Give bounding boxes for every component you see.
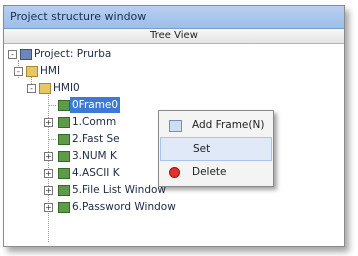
menu-item-label: Set xyxy=(193,143,211,155)
frame-icon xyxy=(58,151,70,162)
tree-item-label: 5.File List Window xyxy=(72,184,167,196)
tree-item-label: Project: Prurba xyxy=(34,48,112,60)
collapse-icon[interactable]: - xyxy=(8,50,17,59)
folder-icon xyxy=(39,83,51,94)
context-menu: Add Frame(N) Set Delete xyxy=(158,110,274,187)
tree-item-label: 6.Password Window xyxy=(72,201,176,213)
menu-item-delete[interactable]: Delete xyxy=(160,161,272,183)
frame-icon xyxy=(58,117,70,128)
tree-item-label: HMI xyxy=(40,65,61,77)
tree-item-label: 1.Comm xyxy=(72,116,117,128)
tree-item-label: HMI0 xyxy=(53,82,80,94)
expand-icon[interactable]: + xyxy=(44,169,53,178)
tree-connector xyxy=(48,92,49,242)
tree-item-label: 2.Fast Se xyxy=(72,133,120,145)
frame-icon xyxy=(58,168,70,179)
menu-item-add-frame[interactable]: Add Frame(N) xyxy=(160,114,272,136)
expand-icon[interactable]: + xyxy=(44,118,53,127)
expand-icon[interactable]: + xyxy=(44,203,53,212)
tree-item-label: 4.ASCII K xyxy=(72,167,120,179)
menu-item-label: Add Frame(N) xyxy=(192,119,265,131)
add-frame-icon xyxy=(169,120,182,132)
project-icon xyxy=(20,49,32,60)
expand-icon[interactable]: + xyxy=(44,186,53,195)
tree-view-header[interactable]: Tree View xyxy=(4,29,344,44)
delete-icon xyxy=(169,167,180,178)
menu-item-label: Delete xyxy=(192,166,227,178)
tree-connector xyxy=(49,105,56,106)
frame-icon xyxy=(58,134,70,145)
tree-item-label: 3.NUM K xyxy=(72,150,117,162)
frame-icon xyxy=(58,202,70,213)
menu-item-set[interactable]: Set xyxy=(160,137,272,161)
collapse-icon[interactable]: - xyxy=(14,67,23,76)
tree-item-label: 0Frame0 xyxy=(70,97,121,113)
window-title: Project structure window xyxy=(4,6,344,29)
tree-connector xyxy=(49,139,56,140)
collapse-icon[interactable]: - xyxy=(27,84,36,93)
frame-icon xyxy=(58,100,70,111)
folder-icon xyxy=(26,66,38,77)
frame-icon xyxy=(58,185,70,196)
expand-icon[interactable]: + xyxy=(44,152,53,161)
